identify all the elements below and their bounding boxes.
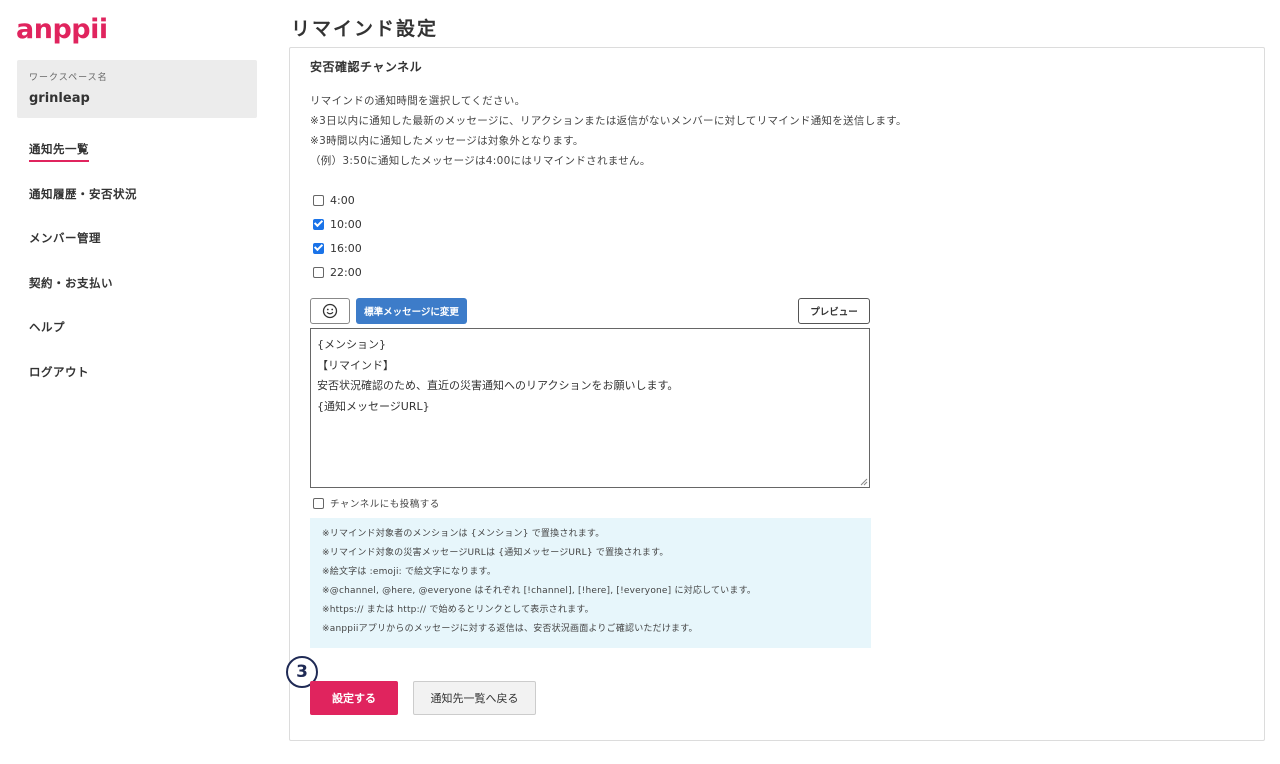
message-line: {通知メッセージURL} [317, 399, 430, 413]
description-line: ※3時間以内に通知したメッセージは対象外となります。 [310, 135, 584, 147]
info-line: ※https:// または http:// で始めるとリンクとして表示されます。 [322, 605, 594, 615]
smiley-icon [322, 303, 338, 319]
message-line: {メンション} [317, 338, 386, 351]
info-line: ※絵文字は :emoji: で絵文字になります。 [322, 567, 497, 577]
save-button[interactable]: 設定する [310, 681, 398, 715]
time-checkbox-1000[interactable] [313, 218, 324, 230]
message-line: 安否状況確認のため、直近の災害通知へのリアクションをお願いします。 [317, 379, 679, 392]
info-line: ※@channel, @here, @everyone はそれぞれ [!chan… [322, 586, 757, 596]
time-options: 4:00 10:00 16:00 22:00 [313, 188, 362, 284]
workspace-name: grinleap [29, 91, 90, 106]
sidebar-item-billing[interactable]: 契約・お支払い [29, 275, 137, 320]
workspace-label: ワークスペース名 [29, 73, 108, 83]
settings-panel: 安否確認チャンネル リマインドの通知時間を選択してください。 ※3日以内に通知し… [289, 47, 1265, 741]
sidebar-item-history-status[interactable]: 通知履歴・安否状況 [29, 186, 137, 231]
time-option-1600[interactable]: 16:00 [313, 236, 362, 260]
time-option-2200[interactable]: 22:00 [313, 260, 362, 284]
info-box: ※リマインド対象者のメンションは {メンション} で置換されます。 ※リマインド… [310, 518, 871, 648]
page-title: リマインド設定 [291, 18, 439, 40]
info-line: ※anppiiアプリからのメッセージに対する返信は、安否状況画面よりご確認いただ… [322, 624, 698, 634]
description: リマインドの通知時間を選択してください。 ※3日以内に通知した最新のメッセージに… [310, 94, 907, 174]
sidebar: anppii ワークスペース名 grinleap 通知先一覧 通知履歴・安否状況… [0, 0, 270, 764]
description-line: （例）3:50に通知したメッセージは4:00にはリマインドされません。 [310, 155, 651, 167]
app-logo[interactable]: anppii [16, 14, 108, 45]
time-option-1000[interactable]: 10:00 [313, 212, 362, 236]
sidebar-item-members[interactable]: メンバー管理 [29, 230, 137, 275]
post-to-channel-option[interactable]: チャンネルにも投稿する [313, 496, 440, 510]
time-checkbox-0400[interactable] [313, 194, 324, 206]
message-toolbar: 標準メッセージに変更 プレビュー [310, 298, 870, 324]
info-line: ※リマインド対象の災害メッセージURLは {通知メッセージURL} で置換されま… [322, 548, 669, 558]
back-to-list-button[interactable]: 通知先一覧へ戻る [413, 681, 536, 715]
sidebar-item-help[interactable]: ヘルプ [29, 319, 137, 364]
resize-grip-icon[interactable] [860, 478, 868, 486]
emoji-button[interactable] [310, 298, 350, 324]
post-to-channel-checkbox[interactable] [313, 497, 324, 509]
message-line: 【リマインド】 [317, 358, 394, 372]
description-line: ※3日以内に通知した最新のメッセージに、リアクションまたは返信がないメンバーに対… [310, 115, 907, 127]
workspace-box: ワークスペース名 grinleap [17, 60, 257, 118]
description-line: リマインドの通知時間を選択してください。 [310, 95, 526, 107]
sidebar-item-logout[interactable]: ログアウト [29, 364, 137, 409]
standard-message-button[interactable]: 標準メッセージに変更 [356, 298, 467, 324]
time-option-0400[interactable]: 4:00 [313, 188, 362, 212]
sidebar-item-notification-list[interactable]: 通知先一覧 [29, 141, 137, 186]
sidebar-nav: 通知先一覧 通知履歴・安否状況 メンバー管理 契約・お支払い ヘルプ ログアウト [29, 141, 137, 409]
info-line: ※リマインド対象者のメンションは {メンション} で置換されます。 [322, 529, 605, 539]
time-checkbox-1600[interactable] [313, 242, 324, 254]
preview-button[interactable]: プレビュー [798, 298, 870, 324]
time-checkbox-2200[interactable] [313, 266, 324, 278]
message-textarea[interactable]: {メンション} 【リマインド】 安否状況確認のため、直近の災害通知へのリアクショ… [310, 328, 870, 488]
section-title: 安否確認チャンネル [310, 60, 423, 74]
